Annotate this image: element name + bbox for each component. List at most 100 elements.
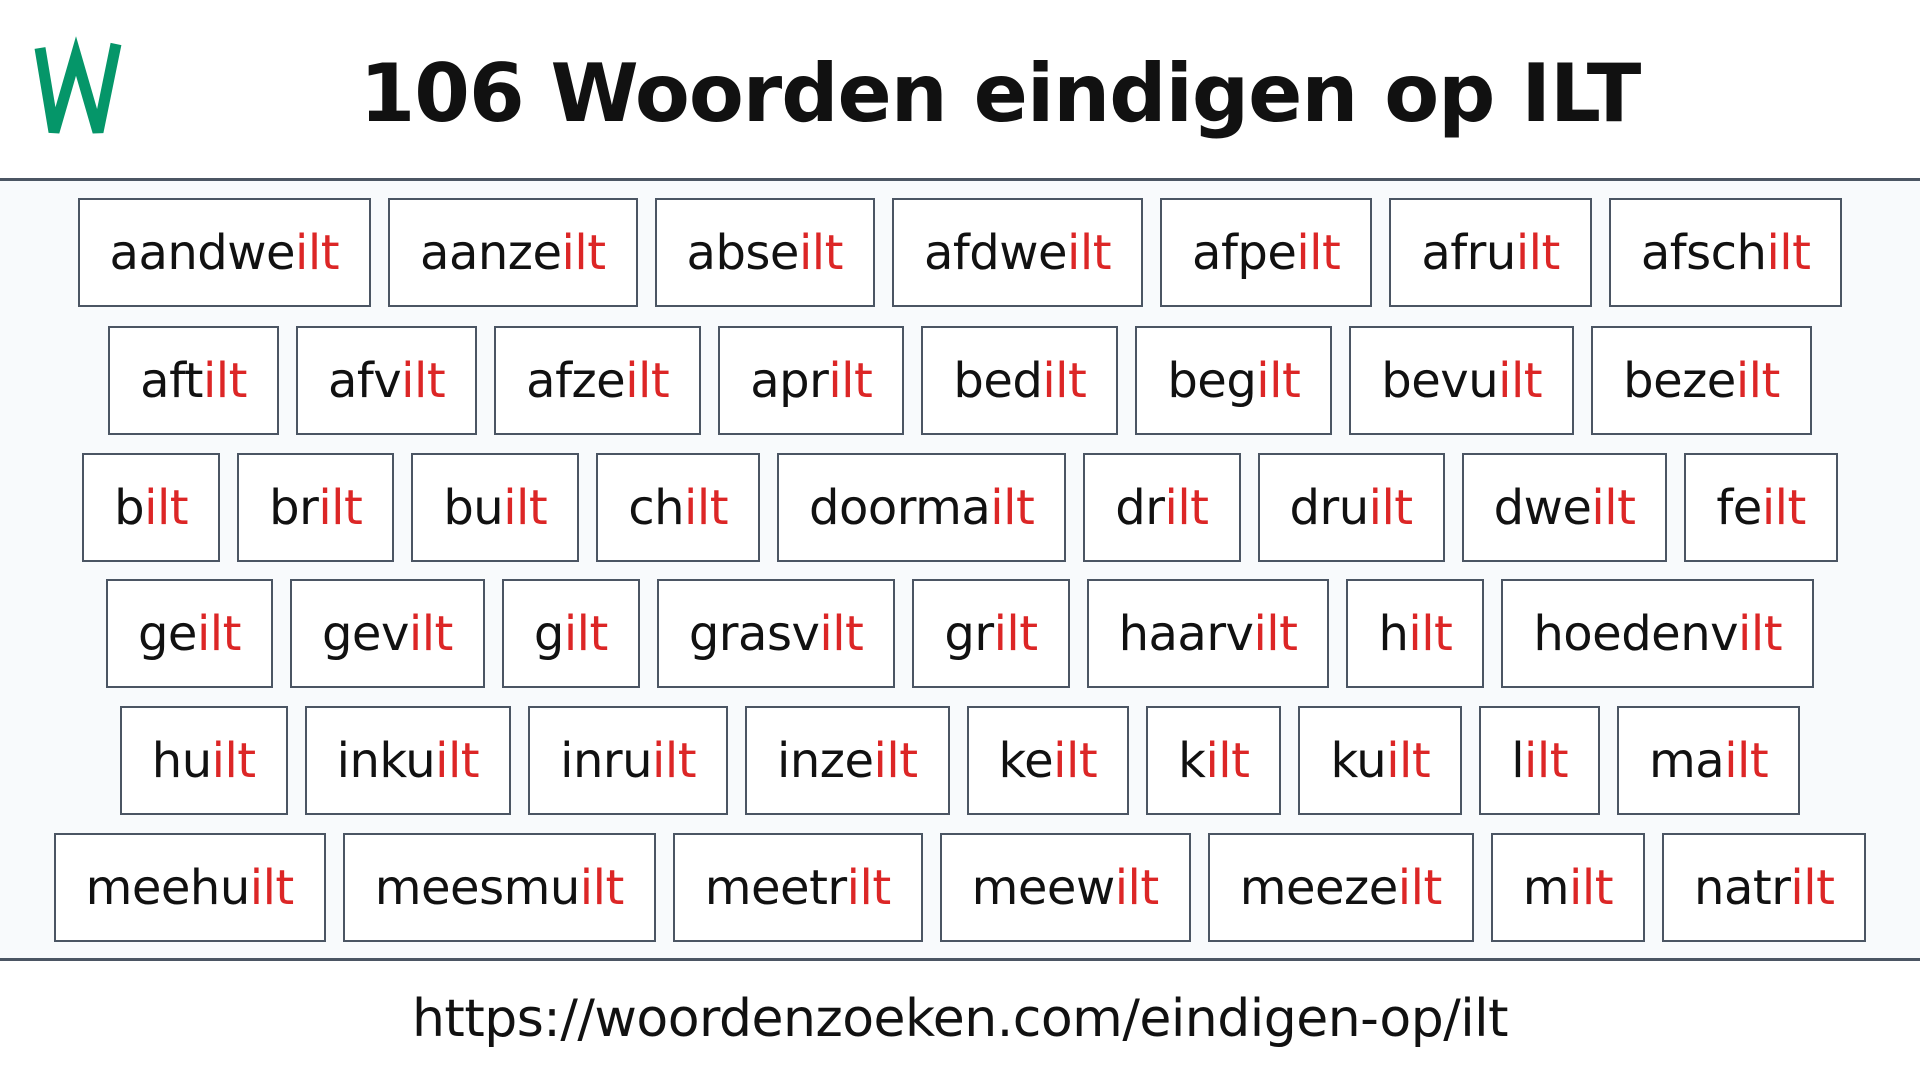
word-row: hu ilt inku ilt inru ilt inze ilt ke ilt k ilt ku ilt… [0, 706, 1920, 815]
word-suffix: ilt [579, 859, 625, 916]
word-item[interactable]: haarv ilt [1086, 579, 1330, 688]
footer-url[interactable]: https://woordenzoeken.com/eindigen-op/il… [412, 989, 1509, 1049]
word-stem: bed [953, 352, 1043, 409]
word-item[interactable]: h ilt [1346, 579, 1485, 688]
word-item[interactable]: fe ilt [1684, 453, 1838, 562]
word-suffix: ilt [408, 605, 454, 662]
word-suffix: ilt [1253, 605, 1298, 662]
word-item[interactable]: meesmu ilt [342, 833, 656, 942]
word-item[interactable]: meehu ilt [53, 833, 326, 942]
word-item[interactable]: ma ilt [1617, 706, 1801, 815]
word-suffix: ilt [990, 479, 1035, 536]
word-stem: meew [971, 859, 1116, 916]
word-suffix: ilt [561, 224, 607, 281]
word-stem: abse [686, 224, 800, 281]
word-suffix: ilt [318, 479, 363, 536]
word-suffix: ilt [1067, 224, 1112, 281]
word-stem: fe [1716, 479, 1762, 536]
word-item[interactable]: inku ilt [304, 706, 512, 815]
word-suffix: ilt [401, 352, 446, 409]
word-item[interactable]: aft ilt [108, 326, 279, 435]
word-item[interactable]: inru ilt [528, 706, 729, 815]
word-stem: meeze [1239, 859, 1399, 916]
word-item[interactable]: ku ilt [1298, 706, 1463, 815]
word-item[interactable]: aandwe ilt [77, 198, 372, 307]
word-stem: afze [526, 352, 626, 409]
word-stem: ke [998, 732, 1054, 789]
word-stem: afsch [1640, 224, 1767, 281]
word-stem: b [114, 479, 145, 536]
word-item[interactable]: beze ilt [1591, 326, 1812, 435]
word-stem: dr [1115, 479, 1165, 536]
word-suffix: ilt [1591, 479, 1636, 536]
word-item[interactable]: afze ilt [494, 326, 702, 435]
word-stem: beze [1623, 352, 1736, 409]
word-suffix: ilt [1164, 479, 1210, 536]
word-item[interactable]: afdwe ilt [891, 198, 1144, 307]
word-item[interactable]: hu ilt [119, 706, 288, 815]
word-item[interactable]: doorma ilt [777, 453, 1067, 562]
word-suffix: ilt [1397, 859, 1443, 916]
word-stem: ch [628, 479, 685, 536]
word-stem: meehu [85, 859, 251, 916]
word-item[interactable]: aanze ilt [388, 198, 638, 307]
word-row: aft ilt afv ilt afze ilt apr ilt bed ilt beg ilt bev… [0, 326, 1920, 435]
word-suffix: ilt [993, 605, 1039, 662]
word-item[interactable]: grasv ilt [656, 579, 896, 688]
word-item[interactable]: gev ilt [289, 579, 485, 688]
word-stem: natr [1694, 859, 1791, 916]
word-item[interactable]: dwe ilt [1461, 453, 1668, 562]
word-stem: bu [443, 479, 504, 536]
word-item[interactable]: meetr ilt [672, 833, 923, 942]
word-suffix: ilt [1735, 352, 1781, 409]
word-item[interactable]: meeze ilt [1207, 833, 1474, 942]
word-suffix: ilt [202, 352, 248, 409]
word-suffix: ilt [652, 732, 697, 789]
word-stem: aft [140, 352, 203, 409]
word-item[interactable]: k ilt [1146, 706, 1282, 815]
word-item[interactable]: gr ilt [912, 579, 1070, 688]
word-item[interactable]: apr ilt [718, 326, 905, 435]
word-item[interactable]: afv ilt [295, 326, 478, 435]
word-suffix: ilt [1386, 732, 1431, 789]
word-stem: ge [137, 605, 198, 662]
word-item[interactable]: m ilt [1490, 833, 1646, 942]
word-suffix: ilt [873, 732, 919, 789]
word-item[interactable]: ch ilt [596, 453, 761, 562]
word-stem: l [1511, 732, 1525, 789]
word-suffix: ilt [435, 732, 480, 789]
word-suffix: ilt [1766, 224, 1811, 281]
word-stem: afru [1421, 224, 1516, 281]
word-item[interactable]: bu ilt [411, 453, 580, 562]
word-suffix: ilt [211, 732, 257, 789]
word-item[interactable]: ge ilt [105, 579, 273, 688]
word-item[interactable]: abse ilt [654, 198, 875, 307]
word-item[interactable]: afpe ilt [1160, 198, 1373, 307]
word-suffix: ilt [1738, 605, 1783, 662]
word-item[interactable]: b ilt [82, 453, 221, 562]
word-item[interactable]: dru ilt [1257, 453, 1445, 562]
word-item[interactable]: afsch ilt [1608, 198, 1843, 307]
word-item[interactable]: hoedenv ilt [1501, 579, 1815, 688]
word-item[interactable]: afru ilt [1389, 198, 1592, 307]
word-suffix: ilt [1761, 479, 1807, 536]
word-suffix: ilt [1368, 479, 1414, 536]
word-item[interactable]: br ilt [237, 453, 395, 562]
word-item[interactable]: beg ilt [1135, 326, 1333, 435]
word-list: aandwe ilt aanze ilt abse ilt afdwe ilt afpe ilt a… [0, 181, 1920, 961]
word-row: b ilt br ilt bu ilt ch ilt doorma ilt dr ilt dru ilt d… [0, 453, 1920, 562]
word-stem: inru [560, 732, 653, 789]
word-item[interactable]: bed ilt [921, 326, 1119, 435]
word-item[interactable]: bevu ilt [1349, 326, 1575, 435]
word-item[interactable]: meew ilt [939, 833, 1191, 942]
word-item[interactable]: l ilt [1479, 706, 1601, 815]
page-title: 106 Woorden eindigen op ILT [359, 47, 1642, 140]
word-item[interactable]: g ilt [501, 579, 640, 688]
page-footer: https://woordenzoeken.com/eindigen-op/il… [0, 961, 1920, 1080]
word-item[interactable]: ke ilt [966, 706, 1130, 815]
word-item[interactable]: inze ilt [745, 706, 950, 815]
word-item[interactable]: dr ilt [1083, 453, 1241, 562]
word-item[interactable]: natr ilt [1662, 833, 1867, 942]
word-stem: k [1178, 732, 1206, 789]
word-stem: ku [1330, 732, 1387, 789]
